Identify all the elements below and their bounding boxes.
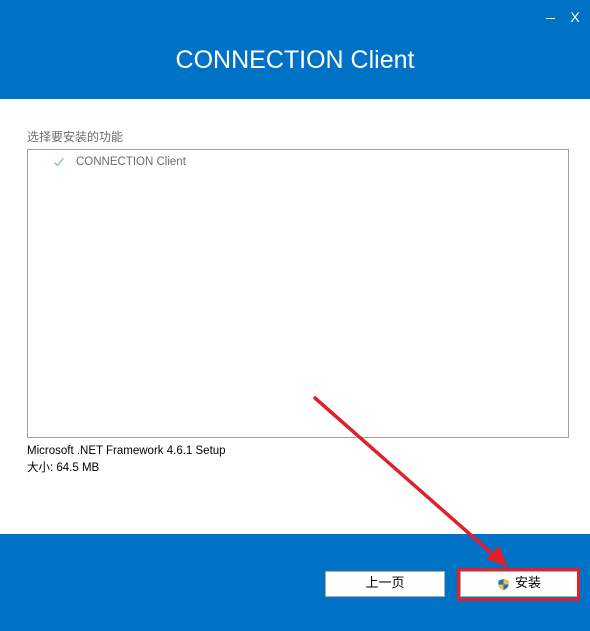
size-info: 大小: 64.5 MB [27, 462, 100, 474]
checkmark-icon[interactable] [52, 155, 66, 169]
install-button-label: 安装 [514, 576, 541, 591]
back-button[interactable]: 上一页 [325, 571, 445, 597]
minimize-button[interactable] [538, 6, 562, 28]
feature-list[interactable]: CONNECTION Client [27, 149, 569, 438]
feature-item-connection-client[interactable]: CONNECTION Client [52, 154, 186, 170]
feature-item-label: CONNECTION Client [76, 156, 186, 168]
framework-info: Microsoft .NET Framework 4.6.1 Setup [27, 445, 226, 457]
close-icon: X [570, 9, 580, 25]
close-button[interactable]: X [563, 6, 587, 28]
uac-shield-icon [498, 578, 509, 590]
features-label: 选择要安装的功能 [27, 130, 124, 144]
install-button[interactable]: 安装 [460, 571, 578, 597]
installer-window: X CONNECTION Client 选择要安装的功能 CONNECTION … [0, 0, 590, 631]
minimize-icon [545, 17, 555, 19]
header-banner: X CONNECTION Client [0, 0, 590, 99]
app-title: CONNECTION Client [175, 46, 415, 74]
